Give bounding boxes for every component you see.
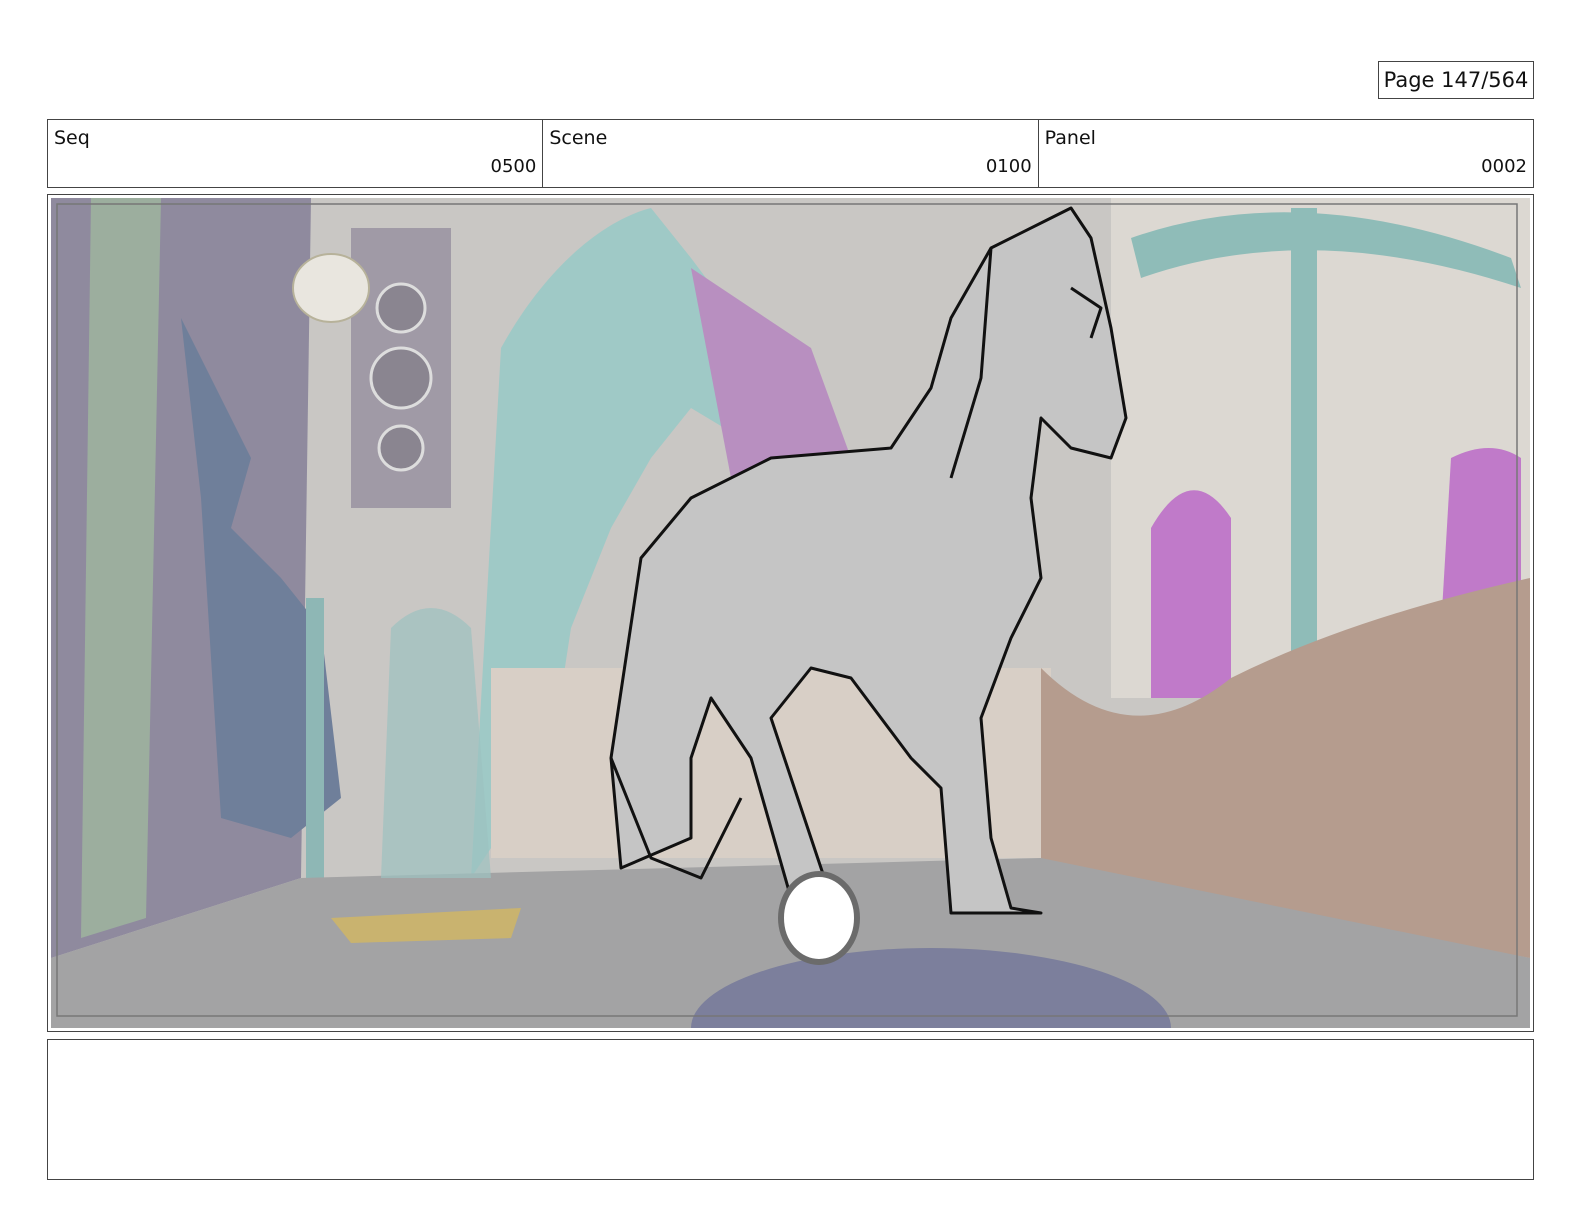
- panel-cell: Panel 0002: [1039, 120, 1533, 187]
- seq-cell: Seq 0500: [48, 120, 544, 187]
- speaker-cone-2: [369, 346, 433, 410]
- right-purple-arch-1: [1151, 490, 1231, 698]
- egg: [778, 871, 860, 965]
- storyboard-frame: [47, 194, 1534, 1032]
- panel-header: Seq 0500 Scene 0100 Panel 0002: [47, 119, 1534, 188]
- hanging-lamp-left: [292, 253, 370, 323]
- notes-box: [47, 1039, 1534, 1180]
- panel-value: 0002: [1481, 156, 1527, 177]
- scene-label: Scene: [549, 127, 608, 149]
- lamp-post: [306, 598, 324, 878]
- storyboard-drawing: [51, 198, 1530, 1028]
- seq-value: 0500: [490, 156, 537, 177]
- page-number: Page 147/564: [1378, 61, 1534, 99]
- speaker-cone-1: [375, 282, 427, 334]
- panel-label: Panel: [1044, 127, 1096, 149]
- scene-cell: Scene 0100: [543, 120, 1039, 187]
- seq-label: Seq: [54, 127, 90, 149]
- speaker-cone-3: [377, 424, 425, 472]
- scene-value: 0100: [985, 156, 1032, 177]
- right-teal-column: [1291, 208, 1317, 678]
